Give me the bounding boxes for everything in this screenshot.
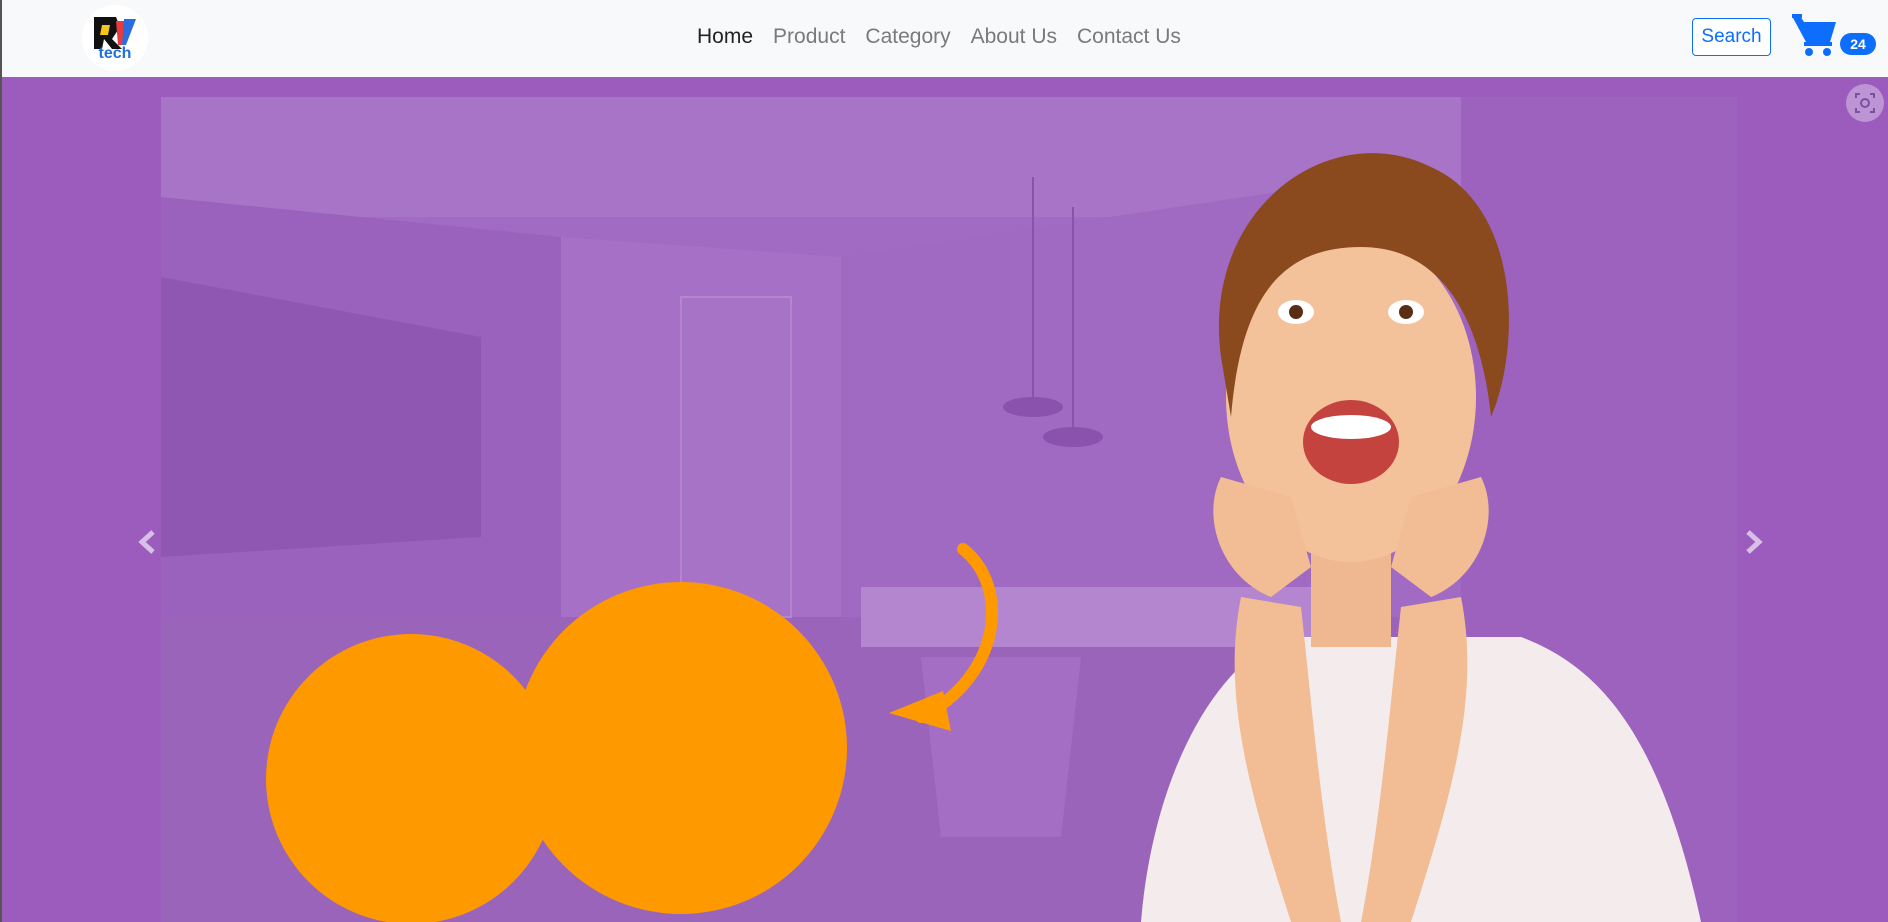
nav-about-us[interactable]: About Us (971, 24, 1057, 50)
nav-home[interactable]: Home (697, 24, 753, 50)
hero-carousel (0, 77, 1888, 922)
carousel-slide (161, 97, 1737, 922)
screen-capture-button[interactable] (1846, 84, 1884, 122)
chevron-left-icon (138, 530, 155, 554)
main-nav: Home Product Category About Us Contact U… (697, 24, 1201, 50)
brand-subtext: tech (98, 45, 132, 62)
cart-count-badge: 24 (1840, 33, 1876, 55)
nav-category[interactable]: Category (865, 24, 950, 50)
chevron-right-icon (1746, 530, 1763, 554)
carousel-next-button[interactable] (1734, 517, 1774, 567)
cart-icon (1792, 14, 1836, 56)
carousel-prev-button[interactable] (127, 517, 167, 567)
navbar: tech Home Product Category About Us Cont… (0, 0, 1888, 77)
screen-capture-icon (1855, 93, 1875, 113)
search-button[interactable]: Search (1692, 18, 1771, 56)
slide-image (161, 97, 1737, 922)
nav-product[interactable]: Product (773, 24, 845, 50)
nav-contact-us[interactable]: Contact Us (1077, 24, 1181, 50)
brand-logo[interactable]: tech (82, 5, 148, 71)
